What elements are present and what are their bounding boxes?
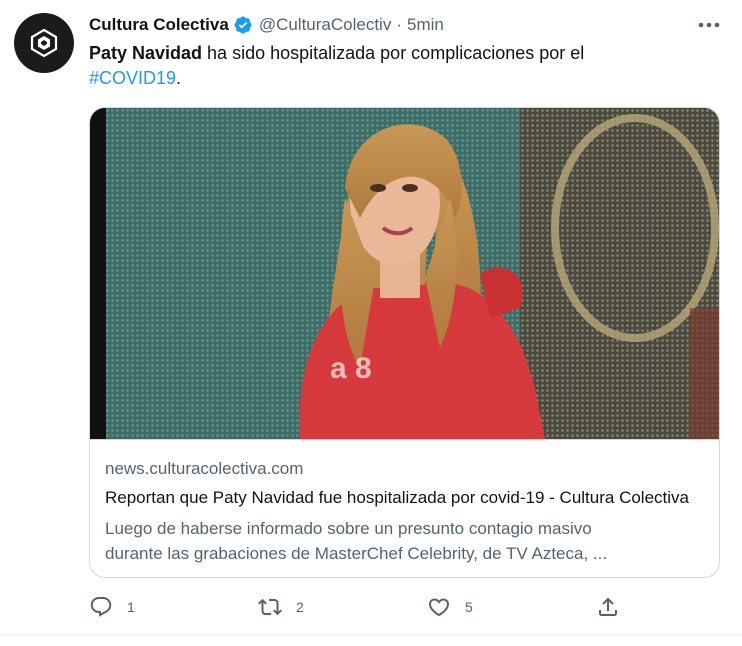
svg-text:a 8: a 8 [330,352,372,385]
divider [0,634,742,635]
brand-logo-icon [30,28,58,58]
more-options-icon [698,22,720,28]
like-icon [428,598,450,617]
tweet-text-end: . [176,68,182,88]
card-title: Reportan que Paty Navidad fue hospitaliz… [105,488,689,507]
card-description-line-1: Luego de haberse informado sobre un pres… [105,519,592,538]
tweet-text: Paty Navidad ha sido hospitalizada por c… [89,41,709,91]
author-name[interactable]: Cultura Colectiva [89,15,229,35]
card-description-line-2: durante las grabaciones de MasterChef Ce… [105,544,608,563]
tweet-actions: 1 2 5 [89,592,629,622]
timestamp[interactable]: 5min [407,15,444,35]
share-button[interactable] [596,592,620,622]
separator-dot: · [396,15,403,34]
reply-count: 1 [127,599,135,615]
card-photo: a 8 [90,108,719,439]
card-description: Luego de haberse informado sobre un pres… [105,516,710,566]
like-count: 5 [465,599,473,615]
verified-badge-icon [234,16,252,34]
retweet-button[interactable]: 2 [258,592,304,622]
card-image[interactable]: a 8 [90,108,719,439]
reply-icon [90,597,112,617]
tweet-header: Cultura Colectiva @CulturaColectiv · 5mi… [89,14,444,36]
like-button[interactable]: 5 [427,592,473,622]
link-card[interactable]: a 8 news.culturacolectiva.com Reportan q… [89,107,720,578]
tweet[interactable]: Cultura Colectiva @CulturaColectiv · 5mi… [0,0,742,646]
more-options-button[interactable] [694,14,724,36]
card-meta[interactable]: news.culturacolectiva.com Reportan que P… [90,439,719,577]
retweet-count: 2 [296,599,304,615]
mention-bold: Paty Navidad [89,43,203,63]
share-icon [599,597,617,616]
reply-button[interactable]: 1 [89,592,135,622]
retweet-icon [258,598,282,616]
author-handle[interactable]: @CulturaColectiv [259,15,392,35]
avatar[interactable] [14,13,74,73]
tweet-text-body: ha sido hospitalizada por complicaciones… [202,43,585,63]
hashtag-link[interactable]: #COVID19 [89,68,176,88]
card-domain: news.culturacolectiva.com [105,459,304,478]
